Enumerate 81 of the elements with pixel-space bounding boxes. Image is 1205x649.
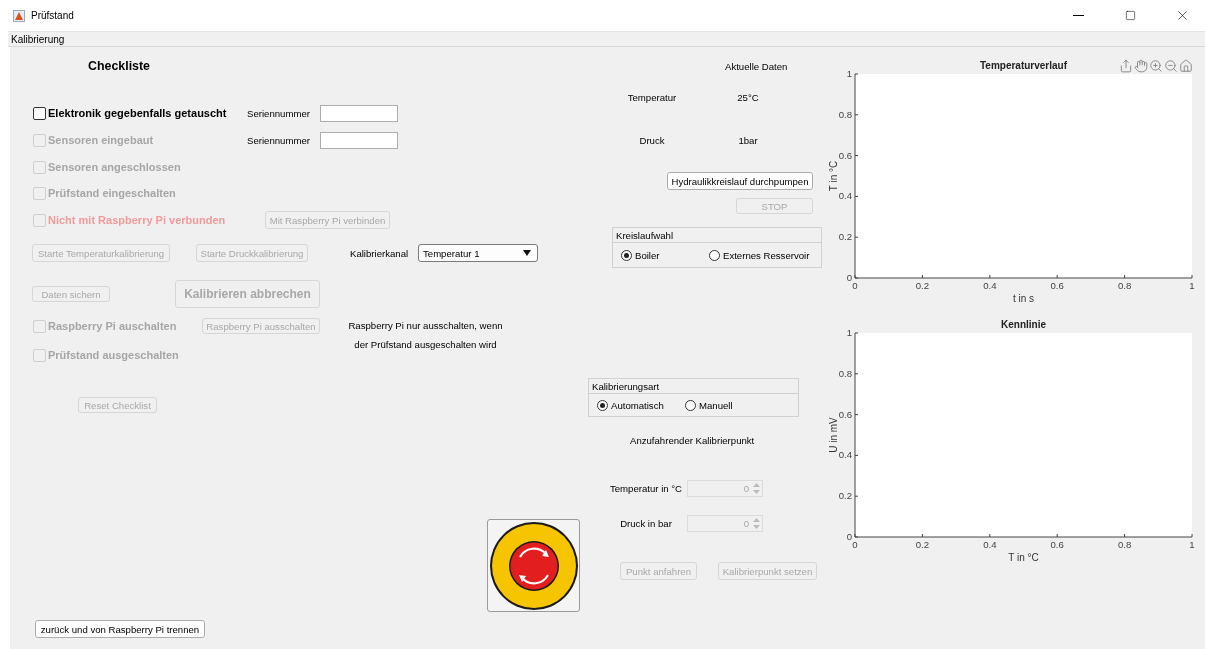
tick-label: 0.4 (838, 449, 852, 461)
hand-icon[interactable] (1134, 59, 1148, 73)
checkbox-label: Sensoren eingebaut (48, 134, 154, 146)
button[interactable]: Hydraulikkreislauf durchpumpen (667, 172, 813, 190)
note-text: Raspberry Pi nur ausschalten, wenn der Prüfstand ausgeschalten wird (348, 319, 503, 352)
data-label: Druck (639, 134, 665, 146)
checkbox-label: Prüfstand ausgeschalten (48, 349, 179, 361)
tick-label: 0.4 (983, 539, 997, 550)
axis-label: T in °C (828, 160, 839, 192)
data-value: 25°C (737, 91, 759, 103)
chart-title: Kennlinie (1001, 319, 1046, 330)
panel-title: Kreislaufwahl (613, 228, 821, 243)
window-title: Prüfstand (31, 10, 75, 21)
button[interactable]: zurück und von Raspberry Pi trennen (35, 620, 205, 638)
menu-item[interactable]: Kalibrierung (11, 33, 65, 45)
tick-label: 0.4 (983, 280, 997, 291)
radio-button[interactable] (597, 399, 608, 411)
tick-label: 0.2 (838, 490, 852, 502)
emergency-stop-icon (488, 520, 579, 611)
tick-label: 1 (846, 68, 852, 79)
field-label: Druck in bar (620, 517, 672, 529)
radio-button[interactable] (709, 249, 720, 261)
section-title: Aktuelle Daten (725, 60, 788, 72)
tick-label: 1 (846, 327, 852, 338)
tick-label: 0.4 (838, 190, 852, 202)
radio-label: Externes Resservoir (723, 249, 810, 261)
data-label: Temperatur (627, 91, 677, 103)
home-icon[interactable] (1179, 59, 1193, 73)
radio-label: Boiler (635, 249, 660, 261)
tick-label: 0.8 (838, 108, 852, 120)
field-label: Seriennummer (247, 107, 310, 119)
data-value: 1bar (738, 134, 758, 146)
zoom-out-icon[interactable] (1164, 59, 1178, 73)
tick-label: 0.6 (838, 408, 852, 420)
tick-label: 0.2 (915, 539, 930, 550)
app-icon (13, 9, 25, 22)
radio-label: Automatisch (611, 399, 664, 411)
tick-label: 0.8 (838, 367, 852, 379)
zoom-in-icon[interactable] (1149, 59, 1163, 73)
section-title: Anzufahrender Kalibrierpunkt (630, 434, 755, 446)
checkbox-label: Sensoren angeschlossen (48, 161, 181, 173)
checkbox-label: Prüfstand eingeschalten (48, 187, 176, 199)
field-label: Kalibrierkanal (350, 247, 409, 259)
axis-label: t in s (1012, 293, 1035, 304)
radio-button[interactable] (685, 399, 696, 411)
minimize-icon (1072, 15, 1084, 16)
maximize-icon (1124, 10, 1136, 21)
field-label: Seriennummer (247, 134, 310, 146)
tick-label: 0.8 (1117, 280, 1132, 291)
field-label: Temperatur in °C (609, 482, 683, 494)
checkbox[interactable] (33, 106, 46, 120)
tick-label: 0.2 (838, 231, 852, 243)
tick-label: 0 (846, 531, 852, 542)
checkbox-label: Nicht mit Raspberry Pi verbunden (48, 214, 226, 226)
spinner-arrows-icon (753, 516, 760, 530)
tick-label: 1 (1189, 280, 1195, 291)
tick-label: 1 (1189, 539, 1195, 550)
tick-label: 0 (846, 272, 852, 283)
input-field[interactable] (320, 104, 398, 122)
checkbox-label: Raspberry Pi auschalten (48, 320, 177, 332)
axis-label: T in °C (1008, 552, 1039, 563)
export-icon[interactable] (1119, 59, 1133, 73)
section-title: Checkliste (88, 59, 150, 73)
chart-title: Temperaturverlauf (979, 60, 1068, 71)
tick-label: 0 (852, 280, 858, 291)
panel-title: Kalibrierungsart (589, 379, 798, 394)
radio-label: Manuell (699, 399, 733, 411)
tick-label: 0.8 (1117, 539, 1132, 550)
axis-label: U in mV (828, 417, 839, 453)
radio-button[interactable] (621, 249, 632, 261)
tick-label: 0.2 (915, 280, 930, 291)
emergency-stop-button[interactable] (487, 519, 580, 612)
tick-label: 0.6 (1050, 539, 1064, 550)
spinner-arrows-icon (753, 481, 760, 495)
tick-label: 0.6 (1050, 280, 1064, 291)
checkbox-label: Elektronik gegebenfalls getauscht (48, 107, 227, 119)
input-field[interactable] (320, 131, 398, 149)
caret-icon (523, 250, 531, 256)
tick-label: 0.6 (838, 149, 852, 161)
dropdown[interactable]: Temperatur 1 (418, 244, 538, 262)
tick-label: 0 (852, 539, 858, 550)
